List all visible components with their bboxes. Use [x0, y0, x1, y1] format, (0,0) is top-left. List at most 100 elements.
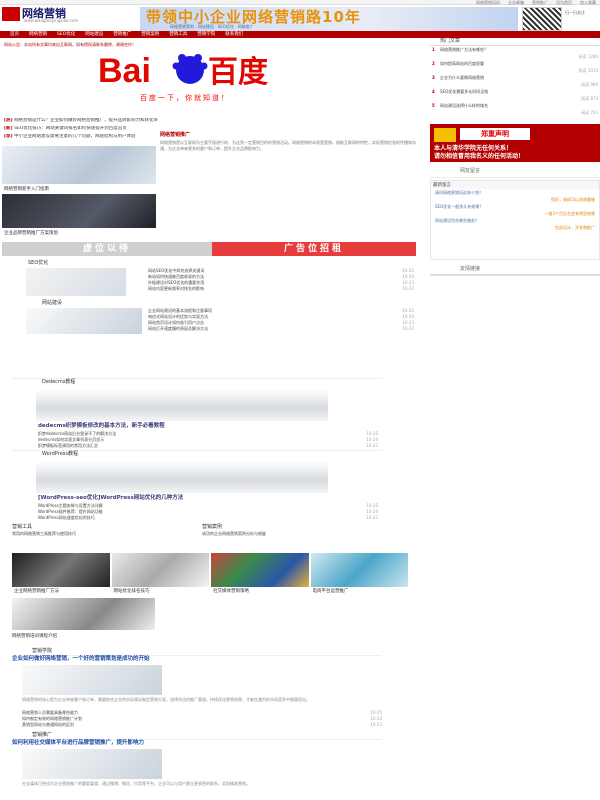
top-link[interactable]: 加入收藏 [580, 0, 596, 6]
baidu-logo-icon: Bai 百度 [98, 52, 268, 90]
photo-caption: 企业品牌营销推广方案策划 [4, 230, 58, 236]
read-count: 阅读 1035 [578, 68, 598, 73]
top-link[interactable]: 设为首页 [556, 0, 572, 6]
photo-caption: 电商平台运营推广 [312, 589, 349, 594]
two-column-links: 营销工具 常用的网络营销工具推荐与使用技巧 营销案例 成功的企业网络营销案例分析… [12, 524, 382, 550]
ad-slot-right[interactable]: 广告位招租 [212, 242, 416, 256]
section-title: 友情链接 [460, 266, 481, 272]
strip-photo[interactable]: 电商平台运营推广 [310, 553, 408, 594]
friend-links: 友情链接 [430, 264, 600, 276]
list-text: SEO优化技巧：网站关键词排名如何快速提升到百度首页 [14, 126, 127, 131]
nav-item[interactable]: 网络营销 [29, 31, 47, 38]
lower-content: Dedecms教程 dedecms织梦模板修改的基本方法，新手必看教程 织梦de… [12, 378, 408, 786]
item-title: 网站内容更新频率对排名的影响 [148, 286, 204, 291]
site-logo[interactable]: 网络营销 www.wangluoyingxiao.com [2, 6, 122, 26]
strip-photo[interactable]: 社交媒体营销策略 [211, 553, 309, 594]
nav-item[interactable]: 营销学院 [197, 31, 215, 38]
photo-caption: 网站优化排名技巧 [113, 589, 150, 594]
reply-line: 包含设计、开发和推广 [555, 225, 595, 230]
item-date: 10-23 [366, 443, 378, 448]
comment-line: 网站建设包含哪些服务？ [435, 218, 479, 223]
card-title: Dedecms教程 [42, 379, 76, 385]
top-link[interactable]: 企业邮箱 [508, 0, 524, 6]
list-item[interactable]: 网站内容更新频率对排名的影响 10-22 [148, 286, 414, 292]
svg-text:百度: 百度 [208, 55, 268, 90]
card-headline[interactable]: dedecms织梦模板修改的基本方法，新手必看教程 [38, 423, 165, 431]
nav-item[interactable]: SEO优化 [57, 31, 75, 38]
sidebar-item[interactable]: 5 网站建设选择什么样的域名 阅读 763 [430, 102, 600, 116]
reply-line: 您好，具体可以咨询客服 [551, 197, 595, 202]
list-item[interactable]: 成功的企业网络营销案例分析与借鉴 [202, 531, 382, 537]
card-image[interactable] [36, 461, 328, 493]
list-item[interactable]: 网站打开速度慢的原因及解决方法 10-22 [148, 326, 414, 332]
photo-caption: 网络营销新手入门指南 [4, 186, 49, 192]
baidu-promo[interactable]: Bai 百度 百度一下，你就知道！ [80, 50, 320, 112]
nav-item[interactable]: 营销推广 [113, 31, 131, 38]
featured-image[interactable] [22, 665, 162, 695]
comment-box-title: 最新留言 [431, 181, 599, 189]
item-title: 营销型网站与普通网站的区别 [22, 722, 74, 727]
nav-item[interactable]: 网站建设 [85, 31, 103, 38]
sidebar-item[interactable]: 4 SEO优化需要多长时间见效 阅读 874 [430, 88, 600, 102]
list-item[interactable]: 常用的网络营销工具推荐与使用技巧 [12, 531, 192, 537]
comment-line: SEO优化一般多久有效果？ [435, 204, 484, 209]
photo-strip: 企业网络营销推广方法 网站优化排名技巧 社交媒体营销策略 电商平台运营推广 [12, 553, 410, 594]
photo-dark[interactable]: 企业品牌营销推广方案策划 [2, 194, 156, 236]
rank-number: 3 [432, 75, 435, 80]
article-body: 网络营销是以互联网为主要手段进行的、为达到一定营销目的的营销活动。网络营销的本质… [160, 140, 416, 151]
top-link[interactable]: 营销推广 [532, 0, 548, 6]
strip-photo[interactable]: 网站优化排名技巧 [111, 553, 209, 594]
read-count: 阅读 1286 [578, 54, 598, 59]
sidebar-title: 热门文章 [430, 38, 600, 46]
nav-item[interactable]: 首页 [10, 31, 19, 38]
sidebar-item[interactable]: 2 如何提高网站的百度权重阅读 1035 [430, 60, 600, 74]
nav-item[interactable]: 营销案例 [141, 31, 159, 38]
card-title: WordPress教程 [42, 451, 79, 457]
item-title: 织梦模板标签调用的常用方法汇总 [38, 443, 98, 448]
featured-image[interactable] [22, 749, 162, 779]
site-notice: 网站公告：本站所有文章均来自互联网，如有侵权请联系删除，谢谢合作！ [4, 42, 136, 47]
bottom-section: 营销学院 企业如何做好网络营销，一个好的营销策划是成功的开始 网络营销的核心是为… [12, 648, 382, 792]
top-link[interactable]: 网络营销培训 [476, 0, 500, 6]
card-image[interactable] [36, 389, 328, 421]
course-photo[interactable] [12, 598, 155, 630]
list-tag: [热] [4, 118, 13, 123]
sidebar-item-label: 企业为什么要做网络营销 [440, 75, 484, 80]
strip-photo[interactable]: 企业网络营销推广方法 [12, 553, 110, 594]
section-title: 营销学院 [12, 648, 382, 656]
card-dedecms: Dedecms教程 dedecms织梦模板修改的基本方法，新手必看教程 织梦de… [12, 378, 382, 450]
rank-number: 2 [432, 61, 435, 66]
nav-item[interactable]: 联系我们 [225, 31, 243, 38]
nav-item[interactable]: 营销工具 [169, 31, 187, 38]
featured-headline[interactable]: 如何利用社交媒体平台进行品牌营销推广，提升影响力 [12, 740, 382, 749]
banner-subtitle: 网络营销策划 · 网站建设 · SEO优化 · 网络推广 [170, 24, 254, 29]
main-column: 网站公告：本站所有文章均来自互联网，如有侵权请联系删除，谢谢合作！ Bai 百度… [0, 40, 420, 334]
photo-laptop[interactable]: 网络营销新手入门指南 [2, 146, 156, 192]
ad-slot-left[interactable]: 虚位以待 [2, 242, 212, 256]
photo-caption: 网络营销培训课程介绍 [12, 634, 57, 639]
comments-header: 网友留言 [430, 166, 600, 178]
list-item[interactable]: 营销型网站与普通网站的区别 10-23 [22, 722, 382, 728]
card-headline[interactable]: [WordPress-seo优化]WordPress网站优化的几种方法 [38, 495, 183, 503]
sidebar-item-label: 如何提高网站的百度权重 [440, 61, 484, 66]
comment-box: 最新留言 请问网络营销培训多少钱？ 您好，具体可以咨询客服 SEO优化一般多久有… [430, 180, 600, 260]
qr-caption: 扫一扫关注 [565, 10, 585, 15]
section-image[interactable] [26, 308, 142, 334]
header-banner[interactable]: 带领中小企业网络营销路10年 网络营销策划 · 网站建设 · SEO优化 · 网… [140, 7, 518, 31]
sidebar-item[interactable]: 3 企业为什么要做网络营销 阅读 986 [430, 74, 600, 88]
list-item[interactable]: 织梦模板标签调用的常用方法汇总 10-23 [38, 443, 378, 449]
list-item[interactable]: [热] 网络营销是什么？企业如何做好网络营销推广，提升品牌影响力和转化率 [4, 118, 414, 126]
item-title: 成功的企业网络营销案例分析与借鉴 [202, 531, 266, 536]
article-heading[interactable]: 网络营销推广 [160, 132, 416, 140]
baidu-slogan: 百度一下，你就知道！ [140, 94, 230, 102]
section-image[interactable] [26, 268, 126, 296]
featured-headline[interactable]: 企业如何做好网络营销，一个好的营销策划是成功的开始 [12, 656, 382, 665]
warning-icon [434, 128, 456, 142]
item-date: 10-22 [402, 286, 414, 291]
list-item[interactable]: WordPress网站速度优化的技巧 10-23 [38, 515, 378, 521]
sidebar-item[interactable]: 1 网络营销推广方法有哪些？ 阅读 1286 [430, 46, 600, 60]
list-tag: [新] [4, 126, 13, 131]
column-title: 营销案例 [202, 524, 223, 530]
featured-summary: 社交媒体已经成为企业营销推广的重要渠道，通过微博、微信、抖音等平台，企业可以与用… [22, 781, 250, 786]
main-nav: 首页 网络营销 SEO优化 网站建设 营销推广 营销案例 营销工具 营销学院 联… [0, 31, 600, 38]
